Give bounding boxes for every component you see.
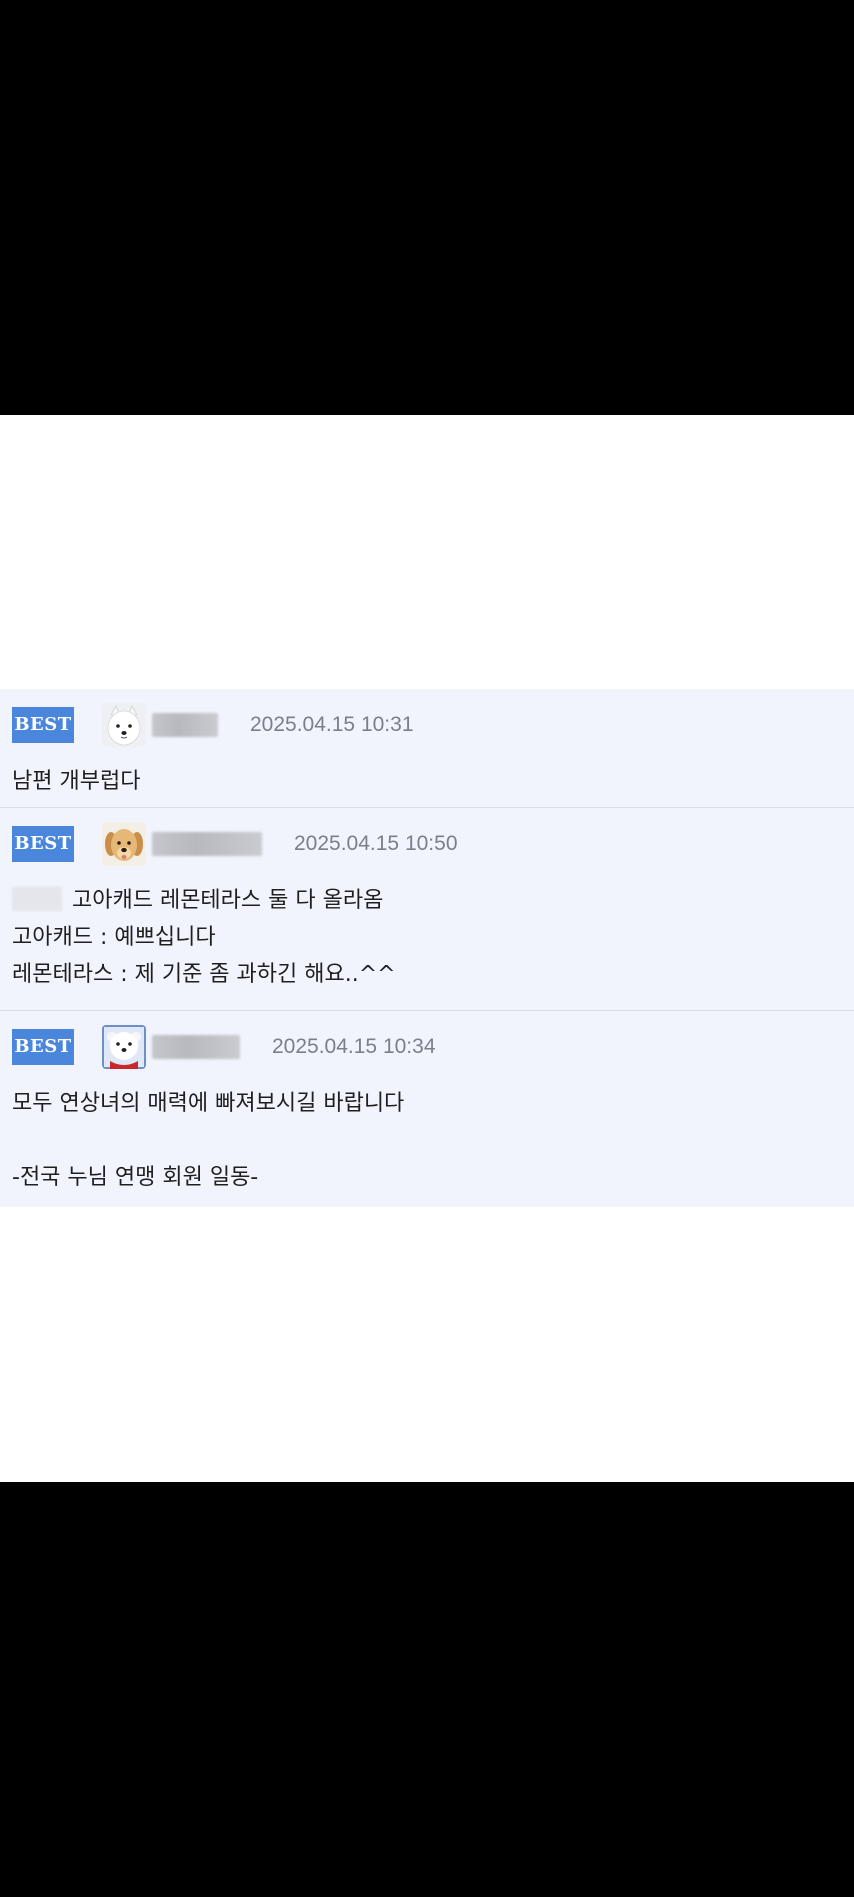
top-letterbox — [0, 0, 854, 415]
image-frame: BEST 2025.04.15 10:31 남편 개부럽다 BEST 2025.… — [0, 0, 854, 1897]
samoyed-avatar-icon[interactable] — [102, 703, 146, 747]
comment-text-line: 고아캐드 : 예쁘십니다 — [12, 925, 216, 950]
golden-retriever-avatar-icon[interactable] — [102, 822, 146, 866]
best-badge: BEST — [12, 707, 74, 743]
mention-redacted — [12, 887, 62, 911]
comment-item: BEST — [0, 808, 854, 1011]
comment-text-line: 모두 연상녀의 매력에 빠져보시길 바랍니다 — [12, 1091, 405, 1116]
best-comment-list: BEST 2025.04.15 10:31 남편 개부럽다 BEST 2025.… — [0, 689, 854, 1207]
nickname-redacted — [152, 832, 262, 856]
comment-text-line — [12, 1122, 404, 1159]
best-badge: BEST — [12, 1029, 74, 1065]
comment-item: BEST — [0, 1011, 854, 1207]
comment-text-line: 고아캐드 레몬테라스 둘 다 올라옴 — [12, 882, 396, 919]
nickname-redacted — [152, 1035, 240, 1059]
comment-body: 고아캐드 레몬테라스 둘 다 올라옴 고아캐드 : 예쁘십니다 레몬테라스 : … — [12, 882, 396, 993]
comment-meta: BEST — [12, 1025, 436, 1069]
comment-text-line: 레몬테라스 : 제 기준 좀 과하긴 해요..^^ — [12, 962, 396, 987]
comment-meta: BEST — [12, 822, 458, 866]
comment-item: BEST 2025.04.15 10:31 남편 개부럽다 — [0, 689, 854, 808]
bottom-letterbox — [0, 1482, 854, 1897]
comment-body: 모두 연상녀의 매력에 빠져보시길 바랍니다 -전국 누님 연맹 회원 일동- — [12, 1085, 404, 1196]
comment-date: 2025.04.15 10:31 — [250, 713, 414, 736]
comment-text-line: -전국 누님 연맹 회원 일동- — [12, 1165, 259, 1190]
nickname-redacted — [152, 713, 218, 737]
screenshot-area: BEST 2025.04.15 10:31 남편 개부럽다 BEST 2025.… — [0, 415, 854, 1482]
comment-body: 남편 개부럽다 — [12, 763, 140, 800]
comment-text-line: 남편 개부럽다 — [12, 769, 141, 794]
best-badge: BEST — [12, 826, 74, 862]
comment-date: 2025.04.15 10:34 — [272, 1035, 436, 1058]
comment-meta: BEST 2025.04.15 10:31 — [12, 703, 414, 747]
comment-date: 2025.04.15 10:50 — [294, 832, 458, 855]
white-puppy-red-collar-avatar-icon[interactable] — [102, 1025, 146, 1069]
